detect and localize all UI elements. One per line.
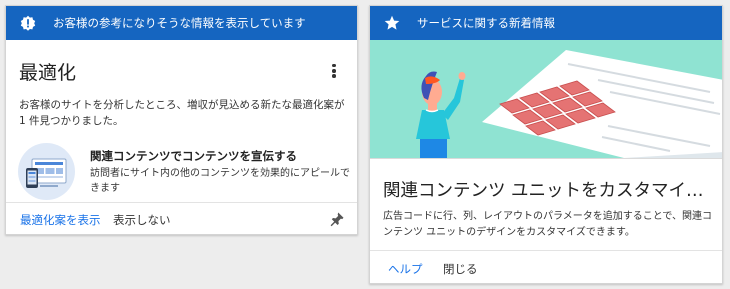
recommendation-title: 関連コンテンツでコンテンツを宣伝する [90, 149, 297, 163]
whats-new-title: 関連コンテンツ ユニットをカスタマイ… [383, 181, 704, 201]
whats-new-card-header-text: サービスに関する新着情報 [417, 16, 555, 30]
alert-badge-icon [19, 14, 37, 32]
pin-icon[interactable] [329, 211, 345, 227]
hero-divider [370, 158, 722, 159]
optimization-card-header-text: お客様の参考になりそうな情報を表示しています [53, 16, 306, 30]
close-button[interactable]: 閉じる [443, 261, 478, 277]
actions-divider [6, 202, 357, 203]
whats-new-hero-illustration [370, 40, 722, 158]
optimization-title-row: 最適化 [19, 58, 347, 84]
optimization-card: お客様の参考になりそうな情報を表示しています 最適化 お客様のサイトを分析したと… [5, 5, 358, 235]
actions-divider [370, 250, 722, 251]
whats-new-card: サービスに関する新着情報 関連コンテンツ ユニットをカスタマイ… 広告コードに行… [369, 5, 723, 284]
whats-new-card-header: サービスに関する新着情報 [370, 6, 722, 40]
optimization-description: お客様のサイトを分析したところ、増収が見込める新たな最適化案が 1 件見つかりま… [19, 99, 345, 127]
recommendation-illustration [18, 143, 75, 200]
recommendation-description: 訪問者にサイト内の他のコンテンツを効果的にアピールできます [90, 168, 350, 194]
optimization-title: 最適化 [19, 62, 77, 84]
whats-new-description: 広告コードに行、列、レイアウトのパラメータを追加することで、関連コンテンツ ユニ… [383, 211, 712, 238]
dismiss-button[interactable]: 表示しない [113, 212, 171, 228]
star-icon [383, 14, 401, 32]
help-button[interactable]: ヘルプ [388, 261, 423, 277]
more-vert-icon[interactable] [327, 62, 341, 80]
optimization-card-header: お客様の参考になりそうな情報を表示しています [6, 6, 357, 40]
view-optimization-button[interactable]: 最適化案を表示 [20, 212, 101, 228]
